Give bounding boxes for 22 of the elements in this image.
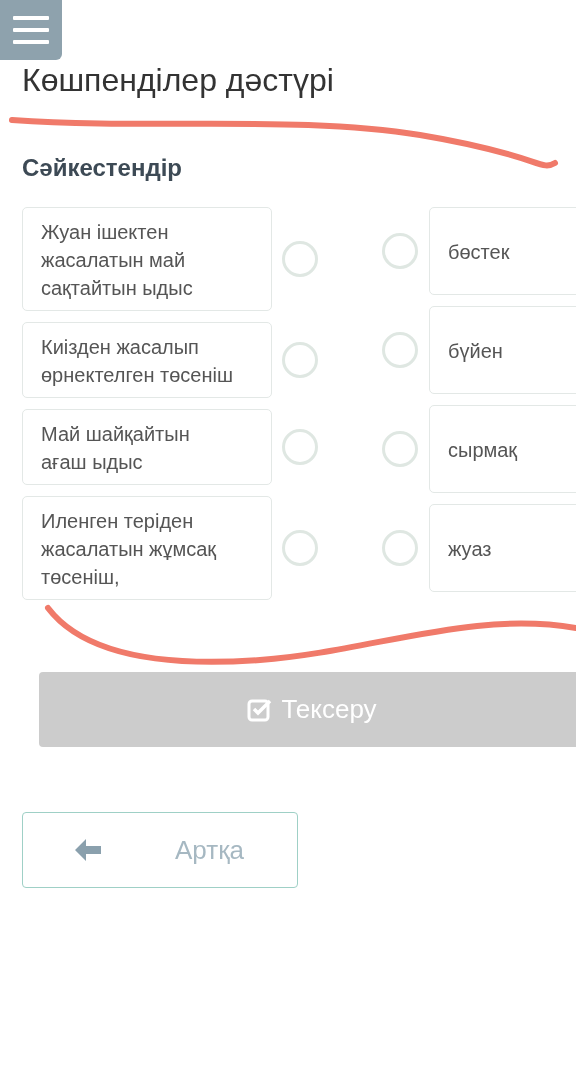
connector-circle[interactable] [382,431,418,467]
answer-card[interactable]: жуаз [429,504,576,592]
page-title: Көшпенділер дәстүрі [21,61,335,98]
answer-card[interactable]: Май шайқайтын ағаш ыдыс [22,409,272,485]
connector-circle[interactable] [282,429,318,465]
connector-circle[interactable] [282,342,318,378]
task-heading: Сәйкестендір [22,153,182,183]
checkbox-icon [247,697,274,722]
menu-button[interactable] [0,0,62,60]
menu-icon [13,16,49,44]
answer-card[interactable]: Жуан ішектен жасалатын май сақтайтын ыдыс [22,207,272,311]
connector-circle[interactable] [382,530,418,566]
connector-circle[interactable] [382,332,418,368]
answer-card[interactable]: бөстек [429,207,576,295]
left-arrow-icon [75,839,101,861]
connector-circle[interactable] [282,530,318,566]
answer-card[interactable]: Киізден жасалып өрнектелген төсеніш [22,322,272,398]
answer-card[interactable]: бүйен [429,306,576,394]
answer-card[interactable]: Иленген теріден жасалатын жұмсақ төсеніш, [22,496,272,600]
answer-card[interactable]: сырмақ [429,405,576,493]
connector-circle[interactable] [282,241,318,277]
connector-circle[interactable] [382,233,418,269]
